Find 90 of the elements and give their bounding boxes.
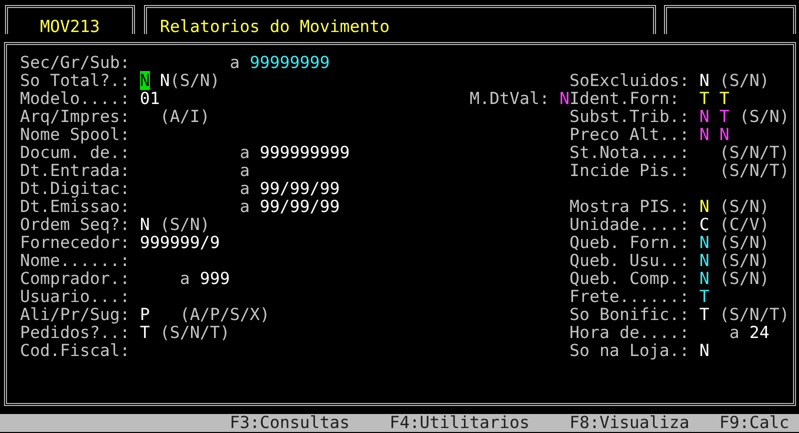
field-label: SoExcluidos: — [570, 71, 690, 90]
field-value[interactable]: N — [699, 233, 710, 252]
field-value[interactable]: N — [699, 71, 710, 90]
field-value[interactable]: N — [140, 71, 150, 90]
field-value[interactable]: N — [560, 89, 570, 108]
field-value[interactable]: N — [699, 251, 710, 270]
field-value[interactable]: N — [699, 197, 710, 216]
range-separator: a — [230, 53, 240, 72]
field-label: Queb. Forn.: — [570, 233, 690, 252]
field-value[interactable]: 24 — [749, 323, 770, 342]
field-label: Subst.Trib.: — [569, 107, 690, 126]
field-label: Sec/Gr/Sub: — [20, 53, 130, 72]
field-label: Usuario...: — [20, 287, 130, 306]
field-value[interactable]: 999999999 — [260, 143, 350, 162]
field-label: Ordem Seq?: — [20, 215, 130, 234]
field-label: Ident.Forn: — [570, 89, 680, 108]
options-hint: (S/N) — [739, 107, 790, 126]
options-hint: (S/N) — [160, 215, 210, 234]
options-hint: (S/N/T) — [719, 161, 790, 180]
function-key[interactable]: F9:Calc — [719, 413, 790, 432]
field-label: Dt.Entrada: — [20, 161, 130, 180]
field-label: Cod.Fiscal: — [20, 341, 130, 360]
range-separator: a — [240, 179, 250, 198]
options-hint: (S/N) — [719, 233, 770, 252]
field-value[interactable]: 999999/9 — [140, 233, 220, 252]
options-hint: (S/N) — [719, 71, 770, 90]
range-separator: a — [180, 269, 190, 288]
field-value[interactable]: T — [699, 305, 710, 324]
range-separator: a — [729, 323, 740, 342]
options-hint: (S/N/T) — [719, 305, 790, 324]
field-label: Fornecedor: — [20, 233, 130, 252]
options-hint: (S/N) — [719, 269, 770, 288]
options-hint: (A/P/S/X) — [180, 305, 270, 324]
range-separator: a — [240, 161, 250, 180]
field-label: Nome Spool: — [20, 125, 130, 144]
options-hint: (S/N) — [719, 197, 770, 216]
field-value[interactable]: T — [699, 287, 710, 306]
field-value[interactable]: 99999999 — [250, 53, 330, 72]
function-key[interactable]: F8:Visualiza — [569, 413, 690, 432]
field-label: M.DtVal: — [470, 89, 550, 108]
options-hint: (S/N/T) — [719, 143, 790, 162]
field-label: Ali/Pr/Sug: — [20, 305, 130, 324]
field-label: Frete......: — [569, 287, 690, 306]
field-value[interactable]: N — [140, 215, 150, 234]
field-label: Incide Pis.: — [570, 161, 690, 180]
options-hint: (A/I) — [160, 107, 210, 126]
range-separator: a — [240, 143, 250, 162]
field-label: Dt.Digitac: — [20, 179, 130, 198]
options-hint: (C/V) — [719, 215, 770, 234]
options-hint: (S/N/T) — [160, 323, 230, 342]
field-value[interactable]: 999 — [200, 269, 230, 288]
field-label: Docum. de.: — [20, 143, 130, 162]
field-label: Arq/Impres: — [20, 107, 130, 126]
field-value[interactable]: 99/99/99 — [260, 179, 340, 198]
field-label: Queb. Comp.: — [570, 269, 690, 288]
field-label: So Total?.: — [20, 71, 130, 90]
field-value[interactable]: 99/99/99 — [260, 197, 340, 216]
field-label: St.Nota....: — [570, 143, 690, 162]
function-key[interactable]: F3:Consultas — [230, 413, 350, 432]
field-label: Preco Alt..: — [569, 125, 690, 144]
function-key[interactable]: F4:Utilitarios — [390, 413, 530, 432]
field-label: Modelo....: — [20, 89, 130, 108]
range-separator: a — [240, 197, 250, 216]
field-value[interactable]: N — [699, 269, 710, 288]
options-hint: (S/N) — [170, 71, 220, 90]
field-label: Nome......: — [20, 251, 130, 270]
field-label: So na Loja.: — [569, 341, 690, 360]
field-value[interactable]: T — [140, 323, 150, 342]
field-value[interactable]: N — [699, 341, 710, 360]
options-hint: (S/N) — [719, 251, 770, 270]
field-label: Unidade....: — [570, 215, 690, 234]
field-value[interactable]: N — [719, 125, 730, 144]
field-label: Hora de....: — [570, 323, 690, 342]
field-label: Comprador.: — [20, 269, 130, 288]
field-label: Pedidos?..: — [20, 323, 130, 342]
field-label: Dt.Emissao: — [20, 197, 130, 216]
field-value[interactable]: P — [140, 305, 150, 324]
field-value[interactable]: T — [699, 89, 710, 108]
field-value[interactable]: N — [699, 107, 710, 126]
field-value[interactable]: 01 — [140, 89, 160, 108]
field-value[interactable]: N — [160, 71, 170, 90]
field-label: So Bonific.: — [570, 305, 690, 324]
field-label: Queb. Usu..: — [569, 251, 690, 270]
field-value[interactable]: C — [699, 215, 710, 234]
field-value[interactable]: T — [719, 89, 730, 108]
screen-title: Relatorios do Movimento — [160, 17, 390, 36]
program-code: MOV213 — [40, 17, 100, 36]
field-value[interactable]: N — [699, 125, 710, 144]
field-label: Mostra PIS.: — [570, 197, 690, 216]
field-value[interactable]: T — [719, 107, 730, 126]
